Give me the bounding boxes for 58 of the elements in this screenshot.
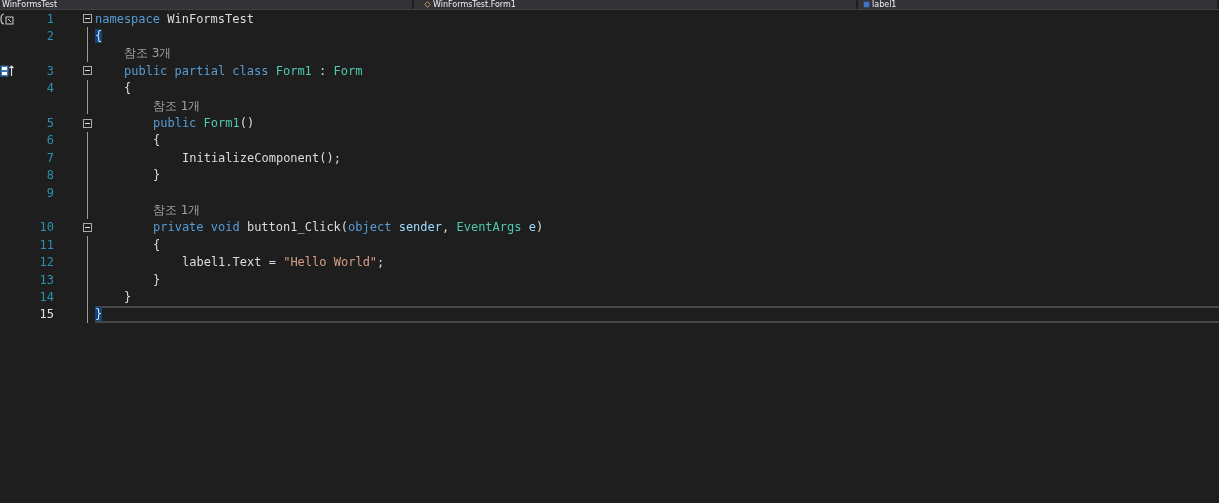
code-text: button1_Click( — [246, 220, 349, 235]
reference-marker-icon[interactable] — [0, 12, 14, 25]
inheritance-marker-icon[interactable] — [0, 64, 14, 77]
line-number: 2 — [45, 29, 54, 44]
code-text: Form1 — [203, 116, 240, 131]
line-number: 10 — [38, 220, 54, 235]
field-icon — [863, 1, 870, 8]
line-number: 11 — [38, 237, 54, 252]
code-text: } — [95, 307, 103, 322]
code-text: { — [153, 133, 161, 148]
reference-count-link[interactable]: 참조 1개 — [153, 202, 201, 219]
navigation-dropdown[interactable]: WinFormsTest — [0, 0, 414, 9]
code-text: InitializeComponent(); — [182, 150, 341, 165]
code-text: public partial class — [124, 63, 270, 78]
line-number: 13 — [38, 272, 54, 287]
code-text: } — [153, 272, 161, 287]
code-text: () — [239, 116, 255, 131]
line-number: 14 — [38, 289, 54, 304]
diamond-icon — [424, 1, 431, 8]
reference-count-link[interactable]: 참조 1개 — [153, 97, 201, 115]
code-text: { — [124, 81, 132, 96]
collapse-icon[interactable] — [83, 14, 92, 24]
collapse-icon[interactable] — [83, 222, 92, 232]
code-text: EventArgs — [456, 220, 523, 235]
code-text: { — [95, 29, 103, 44]
navigation-dropdown[interactable]: label1 — [858, 0, 1219, 9]
code-text: } — [153, 168, 161, 183]
code-text: Form — [333, 63, 363, 78]
collapse-icon[interactable] — [83, 66, 92, 76]
code-text: "Hello World" — [283, 255, 378, 270]
reference-count-link[interactable]: 참조 3개 — [124, 45, 172, 63]
navigation-dropdown[interactable]: WinFormsTest.Form1 — [414, 0, 858, 9]
code-text: ) — [535, 220, 544, 235]
line-number: 12 — [38, 255, 54, 270]
code-text: : — [318, 63, 328, 78]
line-number: 7 — [45, 150, 54, 165]
code-text: sender — [398, 220, 442, 235]
code-text: namespace — [95, 11, 162, 26]
line-number: 1 — [45, 11, 54, 26]
code-text: e — [528, 220, 536, 235]
code-text: Form1 — [275, 63, 312, 78]
code-text: public — [153, 116, 198, 131]
code-text: WinFormsTest — [167, 11, 254, 26]
line-number: 9 — [45, 185, 54, 200]
line-number: 15 — [38, 307, 54, 322]
line-number: 6 — [45, 133, 54, 148]
code-text: ; — [377, 255, 385, 270]
code-text: } — [124, 289, 132, 304]
code-text: label1.Text = — [182, 255, 277, 270]
code-text: private void — [153, 220, 241, 235]
line-number: 8 — [45, 168, 54, 183]
collapse-icon[interactable] — [83, 118, 92, 128]
line-number: 5 — [45, 116, 54, 131]
code-text: object — [348, 220, 393, 235]
code-text: { — [153, 237, 161, 252]
line-number: 3 — [45, 63, 54, 78]
line-number: 4 — [45, 81, 54, 96]
code-text: , — [442, 220, 451, 235]
